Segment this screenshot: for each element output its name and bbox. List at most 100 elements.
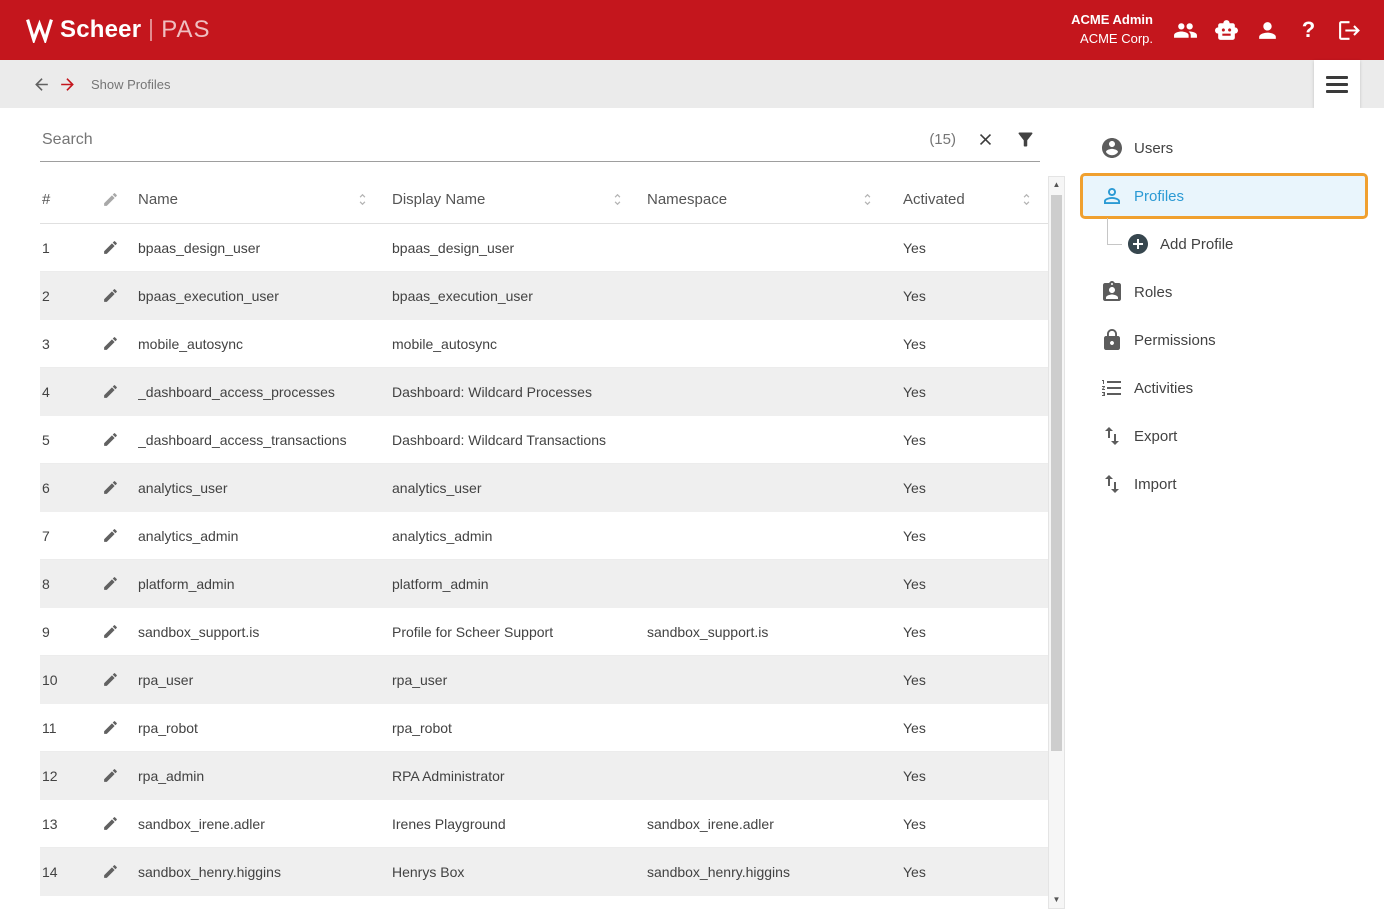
row-edit-cell	[98, 287, 138, 304]
forward-button[interactable]	[58, 75, 77, 94]
profile-activated: Yes	[897, 624, 1048, 640]
profile-display-name: Irenes Playground	[392, 816, 647, 832]
brand-name: Scheer	[60, 16, 141, 44]
column-header-display-name[interactable]: Display Name	[392, 176, 647, 223]
table-row[interactable]: 7 analytics_admin analytics_admin Yes	[40, 512, 1048, 560]
table-row[interactable]: 5 _dashboard_access_transactions Dashboa…	[40, 416, 1048, 464]
row-number: 14	[40, 864, 98, 880]
import-export-icon	[1100, 472, 1124, 496]
profile-display-name: Dashboard: Wildcard Transactions	[392, 432, 647, 448]
current-user-block: ACME Admin ACME Corp.	[1071, 11, 1153, 49]
sort-icon[interactable]	[610, 192, 625, 207]
profile-display-name: Henrys Box	[392, 864, 647, 880]
tree-connector	[1107, 218, 1122, 245]
search-input[interactable]	[40, 131, 929, 149]
numbered-list-icon	[1100, 376, 1124, 400]
scroll-down-icon[interactable]: ▼	[1049, 892, 1064, 908]
profile-display-name: analytics_admin	[392, 528, 647, 544]
table-row[interactable]: 3 mobile_autosync mobile_autosync Yes	[40, 320, 1048, 368]
table-row[interactable]: 8 platform_admin platform_admin Yes	[40, 560, 1048, 608]
account-button[interactable]	[1247, 9, 1288, 51]
sidebar-item-label: Import	[1134, 476, 1177, 493]
menu-toggle-button[interactable]	[1314, 60, 1360, 108]
profile-name: _dashboard_access_processes	[138, 384, 392, 400]
edit-icon[interactable]	[102, 287, 119, 304]
table-row[interactable]: 4 _dashboard_access_processes Dashboard:…	[40, 368, 1048, 416]
edit-icon[interactable]	[102, 383, 119, 400]
clear-search-button[interactable]	[976, 130, 995, 149]
profile-activated: Yes	[897, 816, 1048, 832]
sidebar-item-profiles[interactable]: Profiles	[1080, 173, 1368, 219]
table-row[interactable]: 9 sandbox_support.is Profile for Scheer …	[40, 608, 1048, 656]
column-header-namespace[interactable]: Namespace	[647, 176, 897, 223]
table-row[interactable]: 2 bpaas_execution_user bpaas_execution_u…	[40, 272, 1048, 320]
row-edit-cell	[98, 479, 138, 496]
edit-icon[interactable]	[102, 335, 119, 352]
sidebar-item-label: Profiles	[1134, 188, 1184, 205]
edit-icon	[102, 191, 119, 208]
profile-name: _dashboard_access_transactions	[138, 432, 392, 448]
table-row[interactable]: 10 rpa_user rpa_user Yes	[40, 656, 1048, 704]
edit-icon[interactable]	[102, 623, 119, 640]
sidebar-item-users[interactable]: Users	[1076, 124, 1384, 172]
edit-icon[interactable]	[102, 575, 119, 592]
profile-activated: Yes	[897, 480, 1048, 496]
profile-activated: Yes	[897, 528, 1048, 544]
user-organization: ACME Corp.	[1071, 30, 1153, 49]
table-row[interactable]: 12 rpa_admin RPA Administrator Yes	[40, 752, 1048, 800]
sidebar-item-permissions[interactable]: Permissions	[1076, 316, 1384, 364]
row-edit-cell	[98, 383, 138, 400]
breadcrumb-bar: Show Profiles	[0, 60, 1384, 108]
profile-display-name: Dashboard: Wildcard Processes	[392, 384, 647, 400]
back-button[interactable]	[32, 75, 51, 94]
profile-name: rpa_robot	[138, 720, 392, 736]
edit-icon[interactable]	[102, 719, 119, 736]
table-scrollbar[interactable]: ▲ ▼	[1048, 176, 1065, 909]
profile-activated: Yes	[897, 240, 1048, 256]
row-edit-cell	[98, 431, 138, 448]
person-outline-icon	[1100, 184, 1124, 208]
scheer-pas-logo: Scheer PAS	[26, 16, 211, 44]
column-header-name[interactable]: Name	[138, 176, 392, 223]
sidebar-item-activities[interactable]: Activities	[1076, 364, 1384, 412]
table-row[interactable]: 6 analytics_user analytics_user Yes	[40, 464, 1048, 512]
row-number: 11	[40, 720, 98, 736]
profile-display-name: bpaas_design_user	[392, 240, 647, 256]
table-row[interactable]: 1 bpaas_design_user bpaas_design_user Ye…	[40, 224, 1048, 272]
column-header-activated[interactable]: Activated	[897, 176, 1048, 223]
sidebar-item-roles[interactable]: Roles	[1076, 268, 1384, 316]
sort-icon[interactable]	[355, 192, 370, 207]
edit-icon[interactable]	[102, 815, 119, 832]
row-number: 5	[40, 432, 98, 448]
profile-activated: Yes	[897, 768, 1048, 784]
edit-icon[interactable]	[102, 767, 119, 784]
logo-divider	[150, 19, 152, 41]
scroll-up-icon[interactable]: ▲	[1049, 177, 1064, 193]
row-number: 10	[40, 672, 98, 688]
robot-button[interactable]	[1206, 9, 1247, 51]
table-row[interactable]: 11 rpa_robot rpa_robot Yes	[40, 704, 1048, 752]
logout-button[interactable]	[1329, 9, 1370, 51]
filter-button[interactable]	[1015, 129, 1036, 150]
sort-icon[interactable]	[860, 192, 875, 207]
scrollbar-thumb[interactable]	[1051, 195, 1062, 751]
sort-icon[interactable]	[1019, 192, 1034, 207]
sidebar-item-export[interactable]: Export	[1076, 412, 1384, 460]
edit-icon[interactable]	[102, 479, 119, 496]
edit-icon[interactable]	[102, 863, 119, 880]
sidebar-item-label: Add Profile	[1160, 236, 1233, 253]
user-management-button[interactable]	[1165, 9, 1206, 51]
profile-name: sandbox_henry.higgins	[138, 864, 392, 880]
edit-icon[interactable]	[102, 431, 119, 448]
profile-namespace: sandbox_henry.higgins	[647, 864, 897, 880]
sidebar-item-add-profile[interactable]: Add Profile	[1076, 220, 1384, 268]
help-button[interactable]: ?	[1288, 9, 1329, 51]
edit-icon[interactable]	[102, 671, 119, 688]
table-row[interactable]: 14 sandbox_henry.higgins Henrys Box sand…	[40, 848, 1048, 896]
search-tools: (15)	[929, 129, 1040, 150]
table-row[interactable]: 13 sandbox_irene.adler Irenes Playground…	[40, 800, 1048, 848]
edit-icon[interactable]	[102, 527, 119, 544]
sidebar-item-import[interactable]: Import	[1076, 460, 1384, 508]
edit-icon[interactable]	[102, 239, 119, 256]
user-circle-icon	[1100, 136, 1124, 160]
